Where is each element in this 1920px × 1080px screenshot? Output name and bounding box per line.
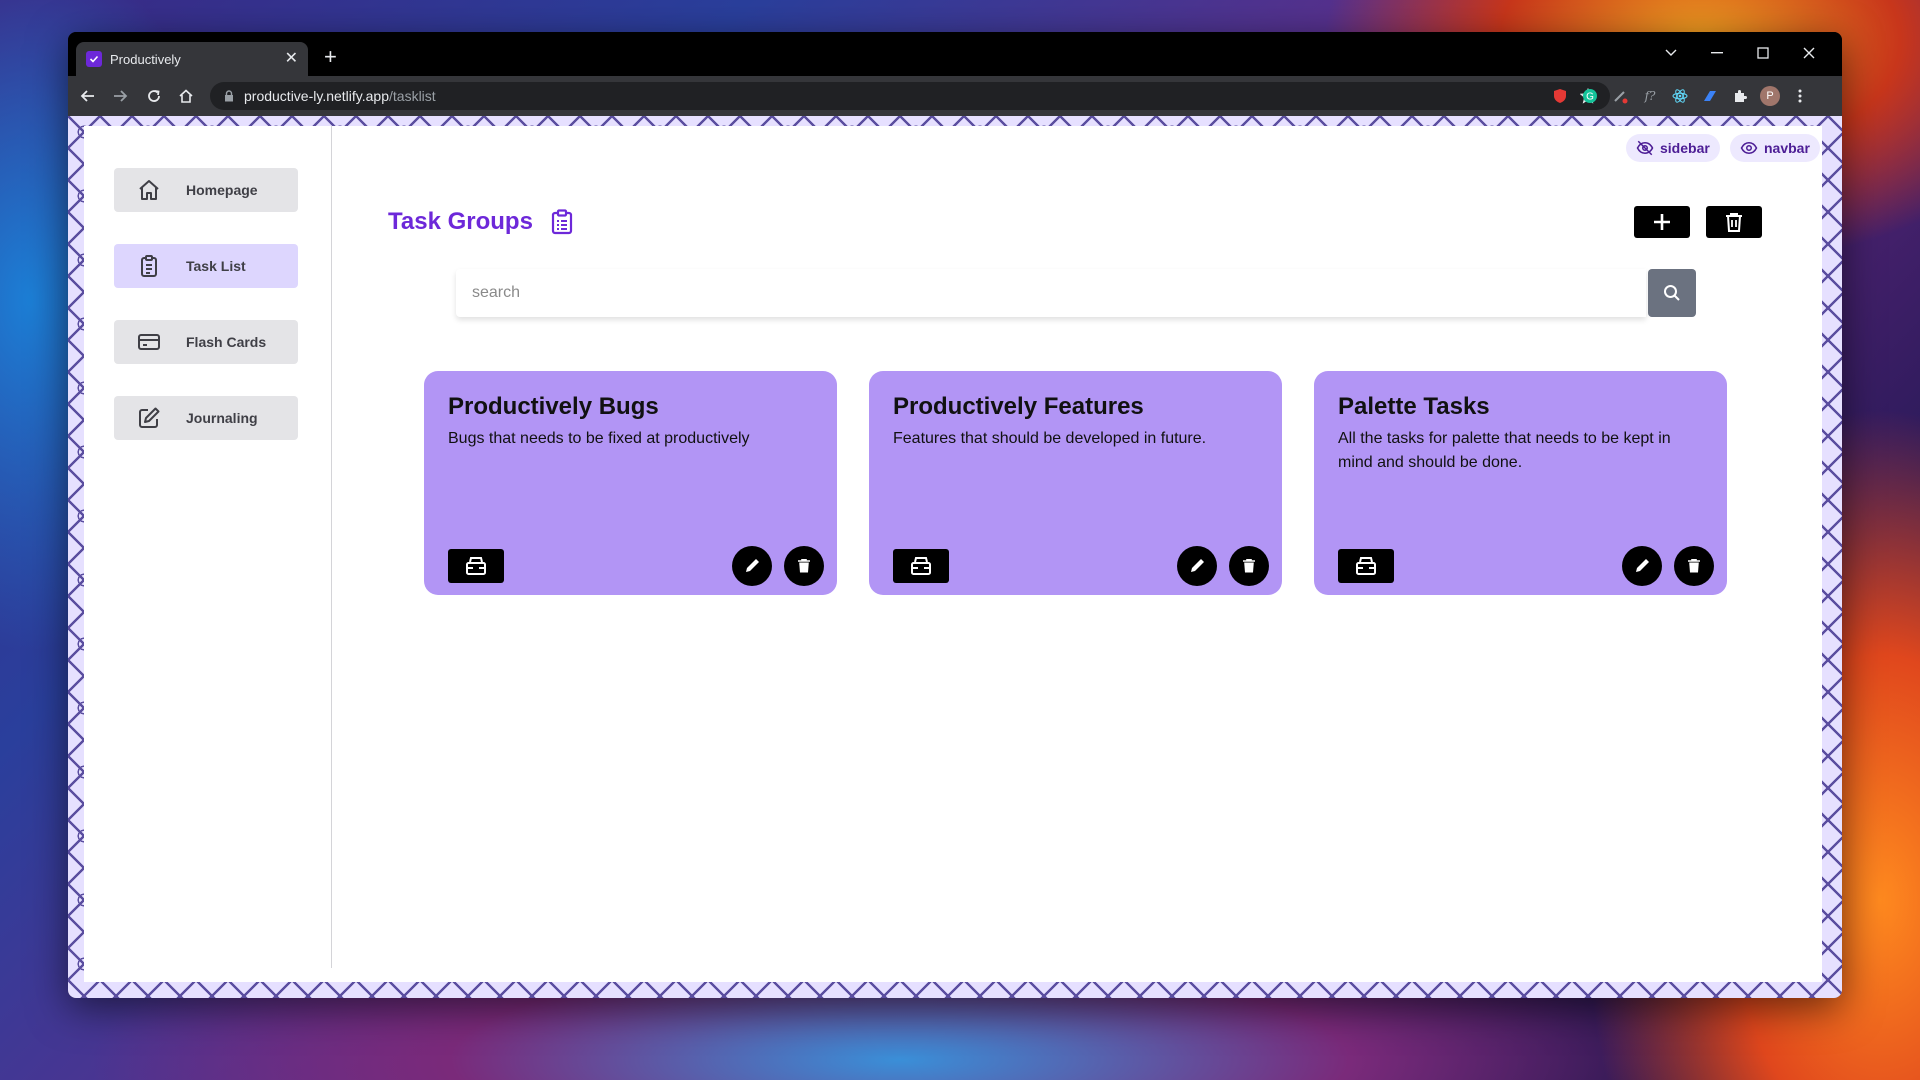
archive-button[interactable] bbox=[893, 549, 949, 583]
card-description: Features that should be developed in fut… bbox=[893, 430, 1207, 447]
add-task-group-button[interactable] bbox=[1634, 206, 1690, 238]
toggle-sidebar-button[interactable]: sidebar bbox=[1626, 134, 1720, 162]
home-icon[interactable] bbox=[174, 84, 198, 108]
extension-formula-icon[interactable]: f? bbox=[1640, 86, 1660, 106]
url-field[interactable]: productive-ly.netlify.app /tasklist bbox=[210, 82, 1610, 110]
card-description: All the tasks for palette that needs to … bbox=[1338, 430, 1671, 471]
minimize-icon[interactable] bbox=[1694, 40, 1740, 66]
address-bar: productive-ly.netlify.app /tasklist G f?… bbox=[68, 76, 1842, 116]
url-host: productive-ly.netlify.app bbox=[244, 88, 389, 104]
extension-blue-icon[interactable] bbox=[1700, 86, 1720, 106]
edit-card-button[interactable] bbox=[1177, 546, 1217, 586]
trash-icon bbox=[1243, 559, 1255, 573]
svg-text:f?: f? bbox=[1644, 89, 1656, 103]
sidebar-item-label: Task List bbox=[186, 258, 246, 274]
sidebar-item-task-list[interactable]: Task List bbox=[114, 244, 298, 288]
task-group-card[interactable]: Palette Tasks All the tasks for palette … bbox=[1314, 371, 1727, 595]
edit-card-button[interactable] bbox=[732, 546, 772, 586]
page-viewport: Homepage Task List Flash Cards Journalin… bbox=[68, 116, 1842, 998]
forward-arrow-icon[interactable] bbox=[108, 84, 132, 108]
trash-icon bbox=[1688, 559, 1700, 573]
sidebar: Homepage Task List Flash Cards Journalin… bbox=[84, 126, 332, 968]
search-bar bbox=[456, 269, 1696, 317]
home-icon bbox=[136, 177, 162, 203]
edit-card-button[interactable] bbox=[1622, 546, 1662, 586]
page-title-text: Task Groups bbox=[388, 208, 533, 235]
browser-window: Productively ✕ + productive-ly.netlify.a… bbox=[68, 32, 1842, 998]
search-input[interactable] bbox=[456, 269, 1646, 317]
extension-pen-icon[interactable] bbox=[1610, 86, 1630, 106]
search-icon bbox=[1663, 284, 1681, 302]
task-group-card[interactable]: Productively Features Features that shou… bbox=[869, 371, 1282, 595]
extensions-row: G f? P bbox=[1550, 86, 1810, 106]
browser-tab[interactable]: Productively ✕ bbox=[76, 42, 308, 76]
card-title: Palette Tasks bbox=[1338, 393, 1490, 420]
tab-search-icon[interactable] bbox=[1648, 40, 1694, 66]
pencil-icon bbox=[1633, 557, 1651, 575]
sidebar-item-label: Homepage bbox=[186, 182, 258, 198]
trash-icon bbox=[798, 559, 810, 573]
extensions-puzzle-icon[interactable] bbox=[1730, 86, 1750, 106]
delete-card-button[interactable] bbox=[1674, 546, 1714, 586]
toggle-navbar-button[interactable]: navbar bbox=[1730, 134, 1820, 162]
sidebar-item-flash-cards[interactable]: Flash Cards bbox=[114, 320, 298, 364]
sidebar-item-journaling[interactable]: Journaling bbox=[114, 396, 298, 440]
close-window-icon[interactable] bbox=[1786, 40, 1832, 66]
tab-title: Productively bbox=[110, 51, 181, 67]
sidebar-item-label: Flash Cards bbox=[186, 334, 267, 350]
reload-icon[interactable] bbox=[142, 84, 166, 108]
app-page: Homepage Task List Flash Cards Journalin… bbox=[84, 126, 1822, 982]
extension-shield-icon[interactable] bbox=[1550, 86, 1570, 106]
search-button[interactable] bbox=[1648, 269, 1696, 317]
tab-close-icon[interactable]: ✕ bbox=[285, 51, 298, 67]
edit-icon bbox=[136, 405, 162, 431]
archive-button[interactable] bbox=[448, 549, 504, 583]
delete-card-button[interactable] bbox=[784, 546, 824, 586]
profile-avatar[interactable]: P bbox=[1760, 86, 1780, 106]
archive-button[interactable] bbox=[1338, 549, 1394, 583]
eye-icon bbox=[1740, 139, 1758, 157]
trash-icon bbox=[1725, 212, 1743, 232]
sidebar-item-label: Journaling bbox=[186, 410, 258, 426]
delete-all-button[interactable] bbox=[1706, 206, 1762, 238]
pencil-icon bbox=[743, 557, 761, 575]
back-arrow-icon[interactable] bbox=[76, 84, 100, 108]
credit-card-icon bbox=[136, 329, 162, 355]
extension-react-icon[interactable] bbox=[1670, 86, 1690, 106]
delete-card-button[interactable] bbox=[1229, 546, 1269, 586]
task-group-card[interactable]: Productively Bugs Bugs that needs to be … bbox=[424, 371, 837, 595]
clipboard-list-icon bbox=[551, 209, 573, 235]
archive-icon bbox=[465, 556, 487, 576]
page-title: Task Groups bbox=[388, 208, 573, 236]
pencil-icon bbox=[1188, 557, 1206, 575]
lock-icon bbox=[224, 90, 234, 102]
plus-icon bbox=[1652, 212, 1672, 232]
card-title: Productively Bugs bbox=[448, 393, 659, 420]
svg-text:G: G bbox=[1586, 92, 1594, 103]
extension-grammarly-icon[interactable]: G bbox=[1580, 86, 1600, 106]
toggle-navbar-label: navbar bbox=[1764, 140, 1810, 156]
clipboard-list-icon bbox=[136, 253, 162, 279]
browser-menu-icon[interactable] bbox=[1790, 86, 1810, 106]
toggle-sidebar-label: sidebar bbox=[1660, 140, 1710, 156]
archive-icon bbox=[1355, 556, 1377, 576]
window-controls bbox=[1648, 40, 1832, 66]
new-tab-icon[interactable]: + bbox=[324, 46, 337, 68]
card-title: Productively Features bbox=[893, 393, 1144, 420]
url-path: /tasklist bbox=[389, 88, 436, 104]
favicon-icon bbox=[86, 51, 102, 67]
card-description: Bugs that needs to be fixed at productiv… bbox=[448, 430, 750, 447]
archive-icon bbox=[910, 556, 932, 576]
maximize-icon[interactable] bbox=[1740, 40, 1786, 66]
eye-off-icon bbox=[1636, 139, 1654, 157]
sidebar-item-homepage[interactable]: Homepage bbox=[114, 168, 298, 212]
tab-bar: Productively ✕ + bbox=[68, 32, 1842, 76]
